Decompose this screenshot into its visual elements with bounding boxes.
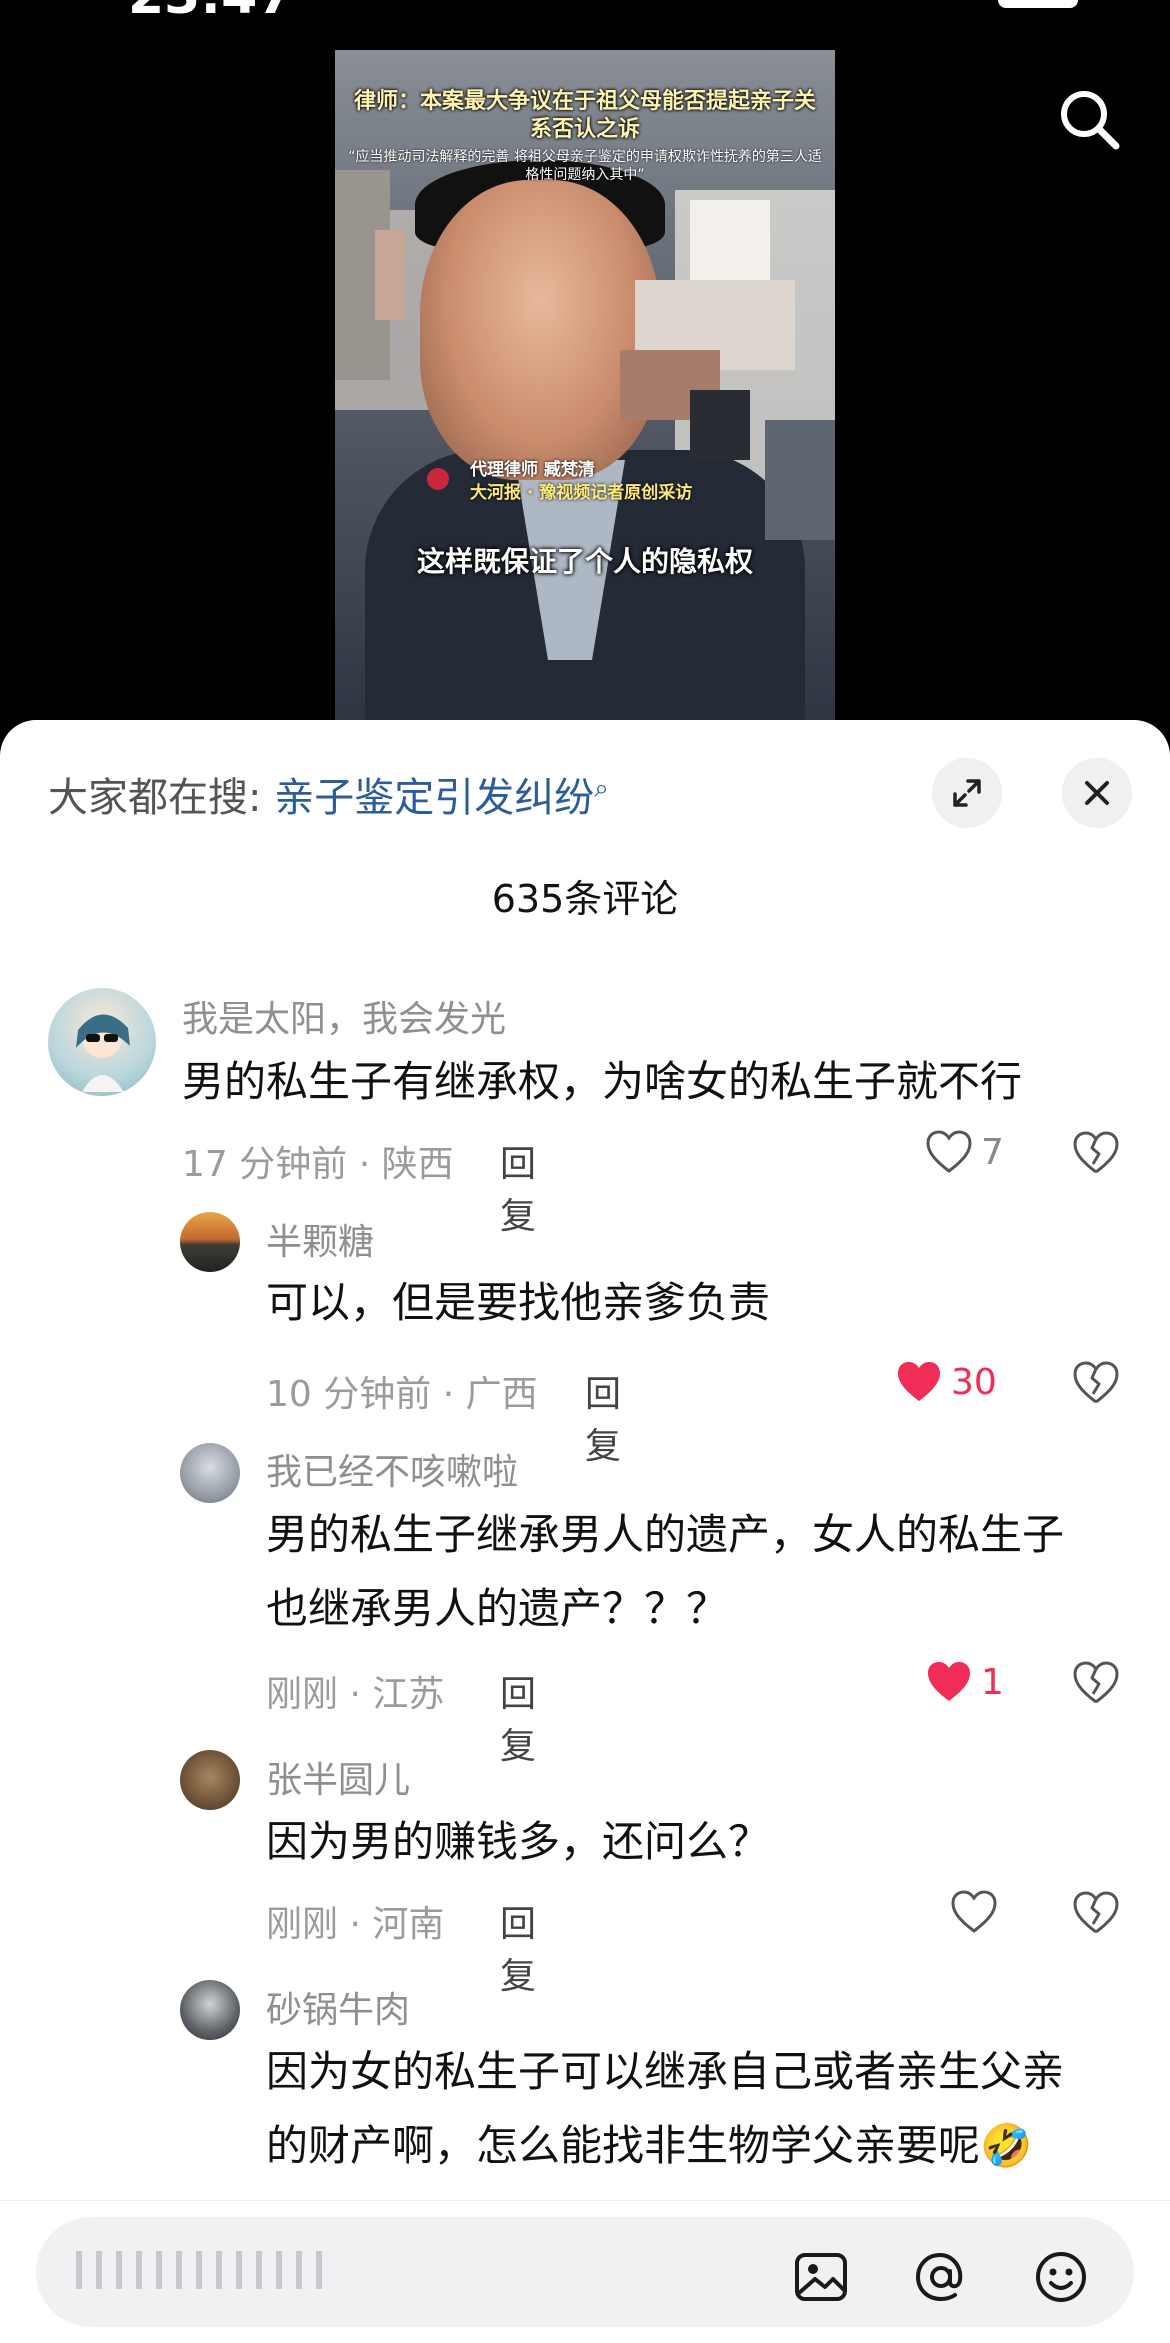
mosaic-blur bbox=[690, 390, 750, 460]
comment-username[interactable]: 我已经不咳嗽啦 bbox=[266, 1443, 518, 1495]
status-time: 23:47 bbox=[128, 0, 294, 26]
close-icon bbox=[1085, 781, 1109, 805]
comment-text-line: 因为女的私生子可以继承自己或者亲生父亲 bbox=[266, 2047, 1065, 2096]
video-person-face bbox=[420, 180, 660, 480]
heart-filled-icon bbox=[898, 1362, 940, 1401]
image-icon[interactable] bbox=[791, 2247, 851, 2307]
video-caption-quote: “应当推动司法解释的完善 将祖父母亲子鉴定的申请权欺诈性抚养的第三人适格性问题纳… bbox=[348, 149, 822, 183]
comment-text-line: 的财产啊，怎么能找非生物学父亲要呢🤣 bbox=[266, 2121, 1033, 2170]
video-source-label: 大河报 · 豫视频记者原创采访 bbox=[470, 483, 693, 503]
dislike-button[interactable] bbox=[1072, 1660, 1120, 1710]
heart-filled-icon bbox=[928, 1662, 970, 1701]
comment-input-bar bbox=[0, 2200, 1170, 2343]
video-caption-title: 律师：本案最大争议在于祖父母能否提起亲子关系否认之诉 bbox=[353, 89, 816, 142]
close-button[interactable] bbox=[1062, 758, 1132, 828]
hot-search-term[interactable]: 亲子鉴定引发纠纷 bbox=[274, 775, 594, 821]
dislike-button[interactable] bbox=[1072, 1890, 1120, 1940]
reply-button[interactable]: 回复 bbox=[500, 1135, 536, 1239]
reply-button[interactable]: 回复 bbox=[585, 1365, 621, 1469]
comment-text-line: 也继承男人的遗产？？？ bbox=[266, 1584, 729, 1633]
search-icon[interactable] bbox=[1050, 80, 1130, 160]
input-placeholder-blurred bbox=[76, 2251, 476, 2291]
microphone-icon bbox=[427, 468, 449, 490]
dislike-button[interactable] bbox=[1072, 1360, 1120, 1410]
dislike-button[interactable] bbox=[1072, 1130, 1120, 1180]
avatar[interactable] bbox=[180, 1750, 240, 1810]
comment-text: 男的私生子有继承权，为啥女的私生子就不行 bbox=[182, 1057, 1023, 1106]
video-frame[interactable]: 律师：本案最大争议在于祖父母能否提起亲子关系否认之诉 “应当推动司法解释的完善 … bbox=[335, 50, 835, 735]
broken-heart-icon bbox=[1073, 1891, 1119, 1934]
comment-meta: 刚刚 · 河南 bbox=[266, 1904, 445, 1945]
emoji-icon[interactable] bbox=[1031, 2247, 1091, 2307]
comment-username[interactable]: 砂锅牛肉 bbox=[266, 1981, 410, 2033]
hot-search-prefix: 大家都在搜: bbox=[48, 775, 275, 821]
mosaic-blur bbox=[765, 420, 835, 540]
like-count: 1 bbox=[981, 1661, 1004, 1703]
like-button[interactable] bbox=[950, 1890, 1006, 1934]
comment-meta: 17 分钟前 · 陕西 bbox=[182, 1144, 454, 1185]
broken-heart-icon bbox=[1073, 1131, 1119, 1174]
comment-text: 因为男的赚钱多，还问么？ bbox=[266, 1817, 771, 1866]
battery-icon bbox=[998, 0, 1078, 8]
comment-meta: 10 分钟前 · 广西 bbox=[266, 1374, 538, 1415]
reply-button[interactable]: 回复 bbox=[500, 1665, 536, 1769]
comment-username[interactable]: 张半圆儿 bbox=[266, 1751, 410, 1803]
avatar[interactable] bbox=[180, 1212, 240, 1272]
avatar[interactable] bbox=[48, 988, 156, 1096]
avatar[interactable] bbox=[180, 1443, 240, 1503]
avatar[interactable] bbox=[180, 1980, 240, 2040]
like-button[interactable]: 30 bbox=[895, 1360, 997, 1404]
heart-outline-icon bbox=[926, 1130, 972, 1173]
video-lawyer-label: 代理律师 臧梵清 bbox=[470, 460, 595, 480]
expand-button[interactable] bbox=[932, 758, 1002, 828]
like-count: 7 bbox=[981, 1131, 1004, 1173]
comment-meta: 刚刚 · 江苏 bbox=[266, 1674, 445, 1715]
video-player[interactable]: 23:47 律师：本案最大争议在于祖父母能否提起亲子关系否认之诉 “应当推动司法… bbox=[0, 0, 1170, 735]
comment-username[interactable]: 我是太阳，我会发光 bbox=[182, 990, 506, 1042]
comment-sheet: 大家都在搜: 亲子鉴定引发纠纷⌕ 635条评论 我是太阳，我会发光 男的私生子有… bbox=[0, 720, 1170, 2342]
mosaic-blur bbox=[690, 200, 770, 280]
reply-button[interactable]: 回复 bbox=[500, 1895, 536, 1999]
comment-input[interactable] bbox=[36, 2217, 1134, 2327]
mosaic-blur bbox=[375, 230, 405, 320]
comment-count: 635条评论 bbox=[491, 877, 679, 921]
comment-text: 可以，但是要找他亲爹负责 bbox=[266, 1278, 771, 1327]
mention-icon[interactable] bbox=[911, 2247, 971, 2307]
expand-icon bbox=[953, 779, 981, 807]
like-button[interactable]: 1 bbox=[925, 1660, 1004, 1704]
like-count: 30 bbox=[951, 1361, 997, 1403]
like-button[interactable]: 7 bbox=[925, 1130, 1004, 1174]
status-bar: 23:47 bbox=[0, 0, 1170, 26]
broken-heart-icon bbox=[1073, 1661, 1119, 1704]
comment-text-line: 男的私生子继承男人的遗产，女人的私生子 bbox=[266, 1510, 1065, 1559]
heart-outline-icon bbox=[951, 1890, 997, 1933]
comment-username[interactable]: 半颗糖 bbox=[266, 1213, 374, 1265]
search-small-icon: ⌕ bbox=[594, 773, 609, 804]
video-subtitle: 这样既保证了个人的隐私权 bbox=[416, 545, 753, 578]
hot-search[interactable]: 大家都在搜: 亲子鉴定引发纠纷⌕ bbox=[48, 765, 609, 823]
broken-heart-icon bbox=[1073, 1361, 1119, 1404]
